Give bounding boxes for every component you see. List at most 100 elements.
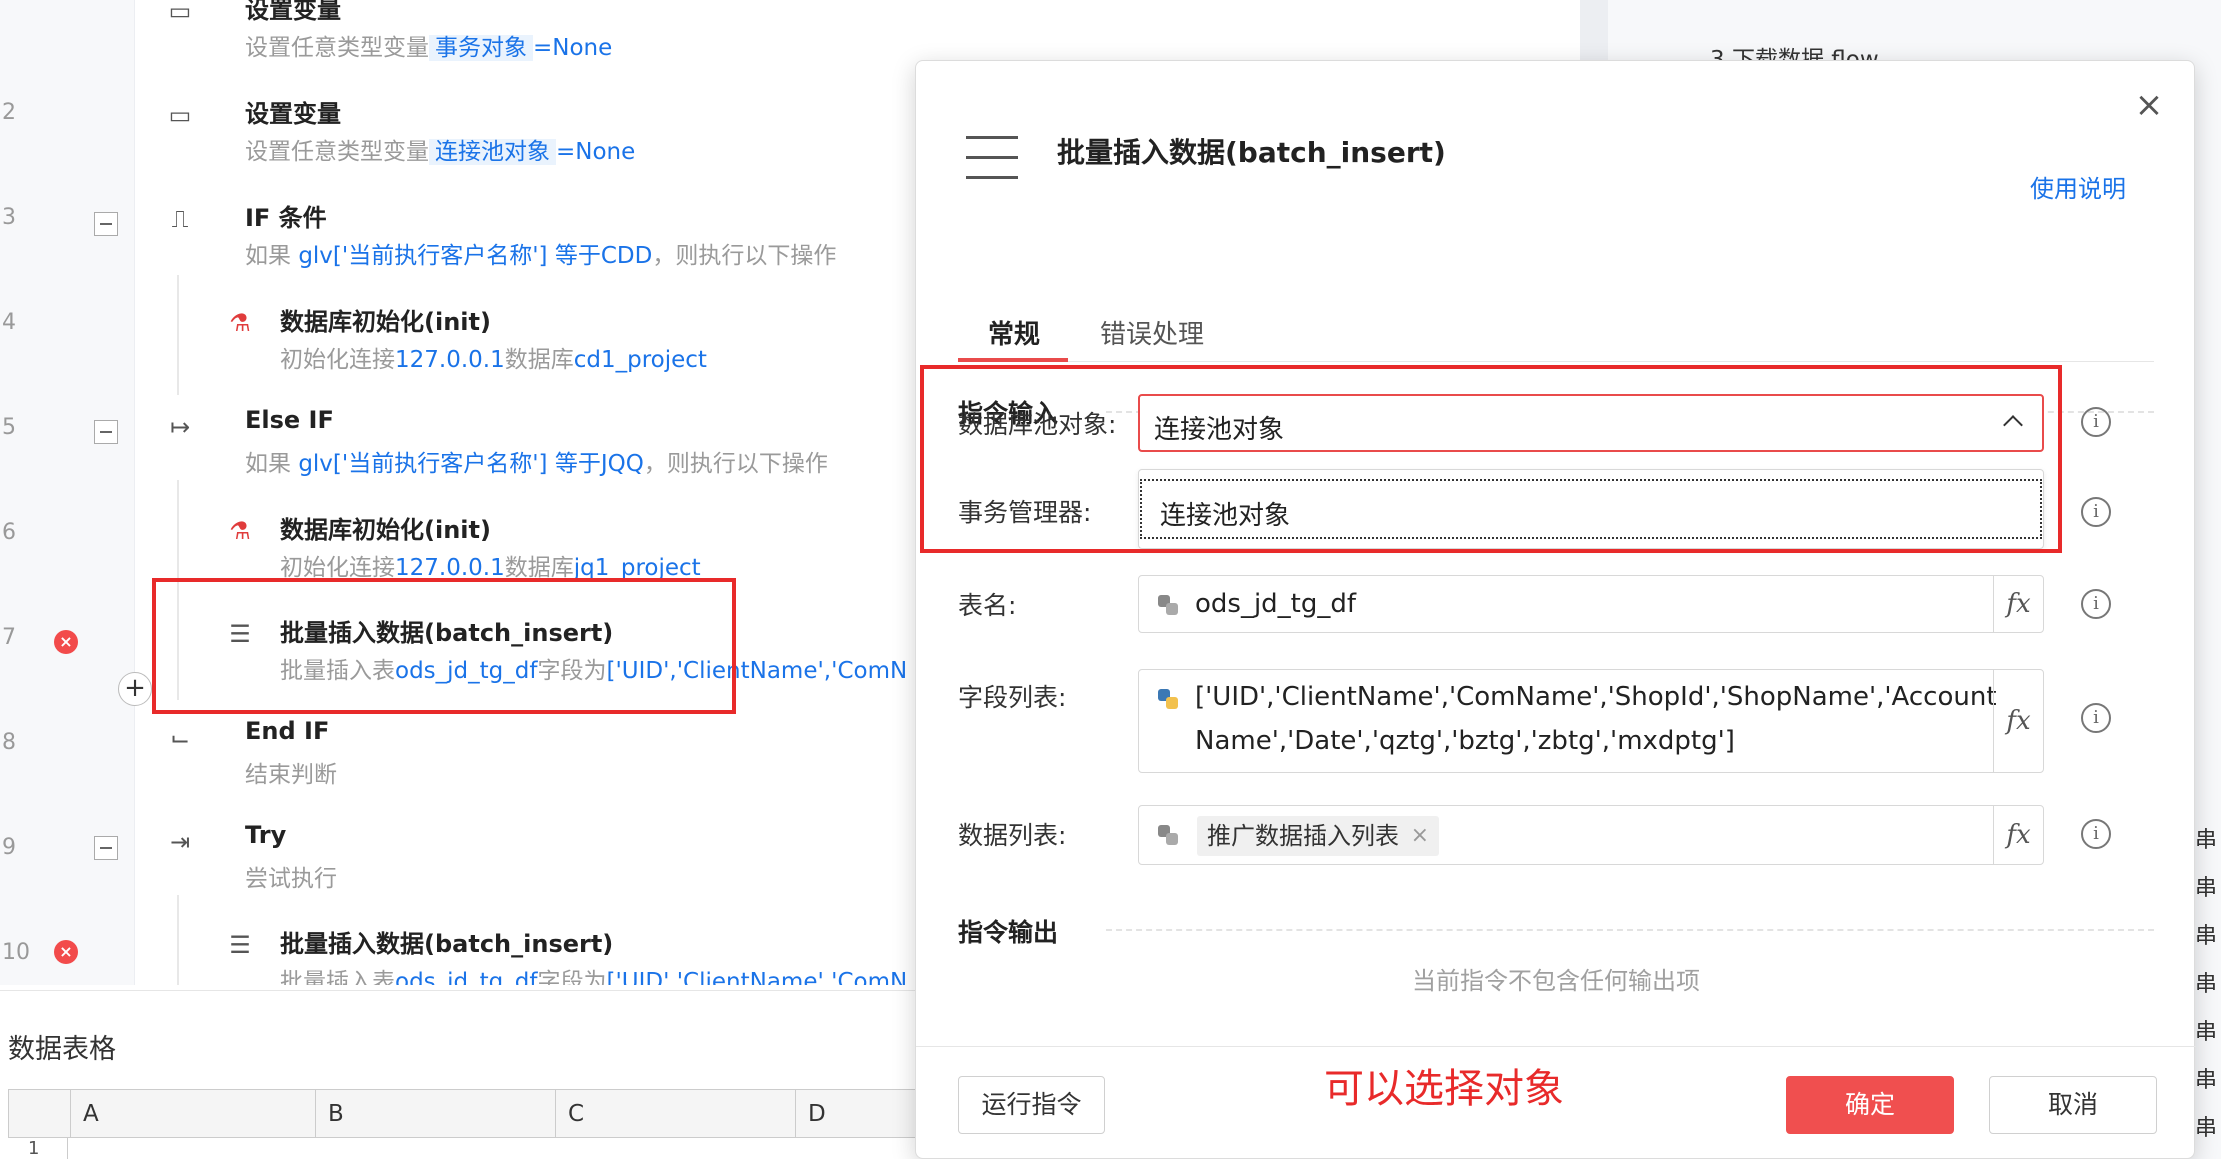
python-icon [1158,689,1178,709]
chip-label: 推广数据插入列表 [1207,822,1399,850]
fx-icon[interactable]: fx [1993,670,2043,772]
column-header[interactable]: D [795,1090,920,1138]
step-title: Else IF [245,406,334,434]
line-number: 9 [2,835,16,860]
step-title: 数据库初始化(init) [280,308,491,336]
step-desc: 如果 glv['当前执行客户名称'] 等于JQQ，则执行以下操作 [245,451,828,477]
list-icon: ☰ [229,931,251,959]
info-icon[interactable]: i [2081,819,2111,849]
data-grid[interactable]: A B C D 1 [8,1089,920,1159]
info-icon[interactable]: i [2081,703,2111,733]
data-list-input[interactable]: 推广数据插入列表 × fx [1138,805,2044,865]
step-desc: 批量插入表ods_jd_tg_df字段为['UID','ClientName',… [280,969,908,985]
edge-text: 串 [2195,876,2218,901]
collapse-toggle[interactable] [94,836,118,860]
column-header[interactable]: C [555,1090,795,1138]
collapse-toggle[interactable] [94,212,118,236]
if-branch-icon: ⎍ [171,205,189,233]
collapse-toggle[interactable] [94,420,118,444]
python-icon [1158,595,1178,615]
step-title: End IF [245,717,330,745]
column-list-input[interactable]: ['UID','ClientName','ComName','ShopId','… [1138,669,2044,773]
run-command-button[interactable]: 运行指令 [958,1076,1105,1134]
step-desc: 设置任意类型变量 连接池对象 =None [245,139,636,165]
step-title: 数据库初始化(init) [280,516,491,544]
tab-general[interactable]: 常规 [988,314,1040,351]
dialog-title: 批量插入数据(batch_insert) [1057,136,1446,169]
else-if-icon: ↦ [169,413,191,441]
close-icon[interactable]: × [2134,88,2164,122]
table-name-input[interactable]: ods_jd_tg_df fx [1138,575,2044,633]
variable-icon: ▭ [168,0,192,25]
step-desc: 初始化连接127.0.0.1数据库jq1_project [280,555,701,581]
step-title: 设置变量 [245,100,341,128]
fx-icon[interactable]: fx [1993,806,2043,864]
info-icon[interactable]: i [2081,589,2111,619]
line-number: 2 [2,100,16,125]
end-if-icon: ⌙ [169,724,191,752]
step-desc: 初始化连接127.0.0.1数据库cd1_project [280,347,707,373]
step-desc: 设置任意类型变量 事务对象 =None [245,35,613,61]
python-icon [1158,825,1178,845]
edge-text: 串 [2195,924,2218,949]
line-number: 10 [2,940,30,965]
edge-text: 串 [2195,828,2218,853]
step-title: 设置变量 [245,0,341,24]
input-value-line: Name','Date','qztg','bztg','zbtg','mxdpt… [1195,726,1735,756]
input-value-line: ['UID','ClientName','ComName','ShopId','… [1195,682,1997,712]
variable-icon: ▭ [168,101,192,129]
line-number: 7 [2,625,16,650]
cancel-button[interactable]: 取消 [1989,1076,2157,1134]
step-desc: 结束判断 [245,762,337,788]
variable-chip[interactable]: 推广数据插入列表 × [1197,816,1439,856]
empty-output-text: 当前指令不包含任何输出项 [1412,967,1700,995]
error-icon[interactable]: × [54,630,78,654]
info-icon[interactable]: i [2081,407,2111,437]
annotation-text: 可以选择对象 [1324,1066,1564,1112]
field-label: 字段列表: [958,683,1067,712]
line-number: 3 [2,205,16,230]
step-title: Try [245,821,287,849]
highlight-box-fields [920,365,2062,553]
step-title: IF 条件 [245,204,327,232]
line-number: 5 [2,415,16,440]
active-tab-indicator [958,358,1068,362]
highlight-box-step [152,578,736,714]
fx-icon[interactable]: fx [1993,576,2043,632]
remove-chip-icon[interactable]: × [1411,816,1429,856]
edge-text: 串 [2195,1116,2218,1141]
line-number: 6 [2,520,16,545]
batch-insert-dialog: × 批量插入数据(batch_insert) 使用说明 常规 错误处理 指令输入… [915,60,2196,1159]
panel-title: 数据表格 [8,1034,116,1065]
menu-icon [966,136,1018,180]
database-icon: ⚗ [229,309,251,337]
row-number[interactable]: 1 [8,1138,68,1159]
step-title: 批量插入数据(batch_insert) [280,930,614,958]
confirm-button[interactable]: 确定 [1786,1076,1954,1134]
line-gutter: 2 3 4 5 6 7 8 9 10 × × [0,0,135,985]
step-desc: 如果 glv['当前执行客户名称'] 等于CDD，则执行以下操作 [245,243,837,269]
step-desc: 尝试执行 [245,866,337,892]
data-table-panel: 数据表格 A B C D 1 [0,990,920,1159]
column-header[interactable]: B [315,1090,555,1138]
help-link[interactable]: 使用说明 [2030,169,2126,204]
column-header[interactable]: A [70,1090,315,1138]
info-icon[interactable]: i [2081,497,2111,527]
field-label: 数据列表: [958,821,1067,850]
edge-text: 串 [2195,1020,2218,1045]
field-label: 表名: [958,591,1017,620]
add-step-button[interactable]: + [118,672,152,706]
line-number: 8 [2,730,16,755]
edge-text: 串 [2195,972,2218,997]
try-icon: ⇥ [169,828,191,856]
error-icon[interactable]: × [54,940,78,964]
tab-error-handling[interactable]: 错误处理 [1100,314,1204,351]
section-divider [1106,929,2154,931]
grid-corner[interactable] [8,1090,70,1138]
edge-text: 串 [2195,1068,2218,1093]
section-title-output: 指令输出 [958,918,1059,947]
database-icon: ⚗ [229,517,251,545]
line-number: 4 [2,310,16,335]
dialog-tabs: 常规 错误处理 [958,296,2154,362]
input-value: ods_jd_tg_df [1195,589,1357,619]
